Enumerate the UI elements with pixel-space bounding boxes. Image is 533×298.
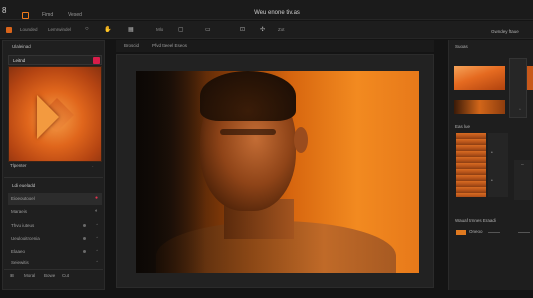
gradient-thumbnail[interactable] [454, 100, 505, 114]
toolbar: Lounded Lemrwindel ○ ✋ ▦ Mlo ▢ ▭ ⊡ ✣ Zot [0, 21, 533, 39]
left-panel-footer: ⊞ Moral Bowe Cut [4, 270, 103, 282]
window-title: Weu enone tiv.as [254, 10, 300, 16]
right-section-header: Eas lue [455, 124, 471, 129]
preview-header: Leitnd [8, 55, 102, 65]
swatch-slot[interactable] [509, 58, 527, 118]
toolbar-item-zot[interactable]: Zot [278, 27, 285, 32]
preview-thumbnail[interactable] [8, 66, 102, 162]
title-bar: 8 Fimd Vesed Weu enone tiv.as [0, 0, 533, 20]
right-corner-label: Gwndey ftaue [491, 29, 519, 34]
tab-document[interactable]: Pfvd tteeel Eseos [152, 43, 187, 48]
toolbar-item-rounded[interactable]: Lounded [20, 27, 38, 32]
footer-item-bowe[interactable]: Bowe [44, 273, 55, 278]
layer-row[interactable]: Thvu iuteus ◦ [8, 220, 102, 232]
histogram-image [456, 133, 486, 197]
right-section-header-3: Wauaf trnnes Eraadi [455, 218, 496, 223]
preview-label: Leitnd [13, 58, 26, 63]
portrait-hair [200, 71, 296, 121]
visibility-icon[interactable]: ◦ [96, 248, 98, 254]
lock-icon[interactable]: ▫ [519, 107, 521, 113]
layer-row[interactable]: Ueulooitrcenia ◦ [8, 233, 102, 245]
left-panel-header: Ulaleinad [12, 44, 31, 49]
layer-label: Elaaeo [11, 249, 26, 254]
portrait-ear [294, 127, 308, 153]
color-pill[interactable] [456, 230, 466, 235]
layers-header: Ldi eueladd [12, 183, 36, 188]
dash-icon[interactable]: – [521, 162, 524, 168]
toolbar-item-mlo[interactable]: Mlo [156, 27, 163, 32]
status-dot [83, 224, 86, 227]
layer-label: Thvu iuteus [11, 223, 35, 228]
footer-item-moral[interactable]: Moral [24, 273, 35, 278]
portrait-shadow [136, 71, 206, 273]
logo-icon[interactable] [22, 12, 29, 19]
histogram-panel [488, 133, 508, 197]
divider-line [488, 232, 500, 233]
frame-icon[interactable]: ▭ [205, 26, 211, 33]
portrait-image[interactable] [136, 71, 419, 273]
color-swatch[interactable] [6, 27, 12, 33]
toolbar-item-window[interactable]: Lemrwindel [48, 27, 71, 32]
divider [4, 177, 103, 178]
menu-item-view[interactable]: Vesed [68, 12, 82, 18]
layer-row[interactable]: Maraeis ◐ [8, 206, 102, 218]
grid-small-icon[interactable]: ⊞ [10, 273, 14, 279]
layer-label: Seiewitis [11, 260, 29, 265]
document-tabs: Broscid Pfvd tteeel Eseos [116, 40, 434, 52]
swatch-thumbnail-edge[interactable] [527, 66, 533, 90]
layer-row[interactable]: Seiewitis ◦ [8, 257, 102, 269]
layer-label: Ueulooitrcenia [11, 236, 40, 241]
visibility-icon[interactable]: ◦ [96, 235, 98, 241]
circle-icon[interactable]: ○ [85, 26, 89, 32]
visibility-icon[interactable]: ◐ [95, 208, 98, 214]
grid-icon[interactable]: ▦ [128, 26, 134, 33]
footer-item-cut[interactable]: Cut [62, 273, 69, 278]
move-icon[interactable]: ✣ [260, 26, 265, 33]
divider-line [518, 232, 530, 233]
visibility-icon[interactable]: ◦ [96, 222, 98, 228]
dot-icon[interactable]: • [491, 178, 493, 184]
layer-label: Maraeis [11, 209, 28, 214]
visibility-icon[interactable]: ● [95, 195, 98, 201]
color-pill-label: Oneoo [469, 229, 483, 234]
shape-triangle [37, 95, 59, 139]
more-icon[interactable]: · [92, 164, 94, 170]
layer-row[interactable]: Eioeoutooel ● [8, 193, 102, 205]
status-dot [83, 250, 86, 253]
menu-item-file[interactable]: Fimd [42, 12, 53, 18]
layer-label: Eioeoutooel [11, 196, 35, 201]
app-icon[interactable]: 8 [2, 6, 6, 15]
dot-icon[interactable]: • [491, 150, 493, 156]
square-icon[interactable]: ▢ [178, 26, 184, 33]
zoom-icon[interactable]: ⊡ [240, 26, 245, 33]
right-panel-header: Suoas [455, 44, 468, 49]
hand-icon[interactable]: ✋ [104, 26, 111, 33]
close-badge-icon[interactable] [93, 57, 100, 64]
status-dot [83, 237, 86, 240]
visibility-icon[interactable]: ◦ [96, 259, 98, 265]
swatch-thumbnail[interactable] [454, 66, 505, 90]
tab-browse[interactable]: Broscid [124, 43, 139, 48]
portrait-brow [220, 129, 276, 135]
preview-caption: Tlpenter [10, 163, 27, 168]
